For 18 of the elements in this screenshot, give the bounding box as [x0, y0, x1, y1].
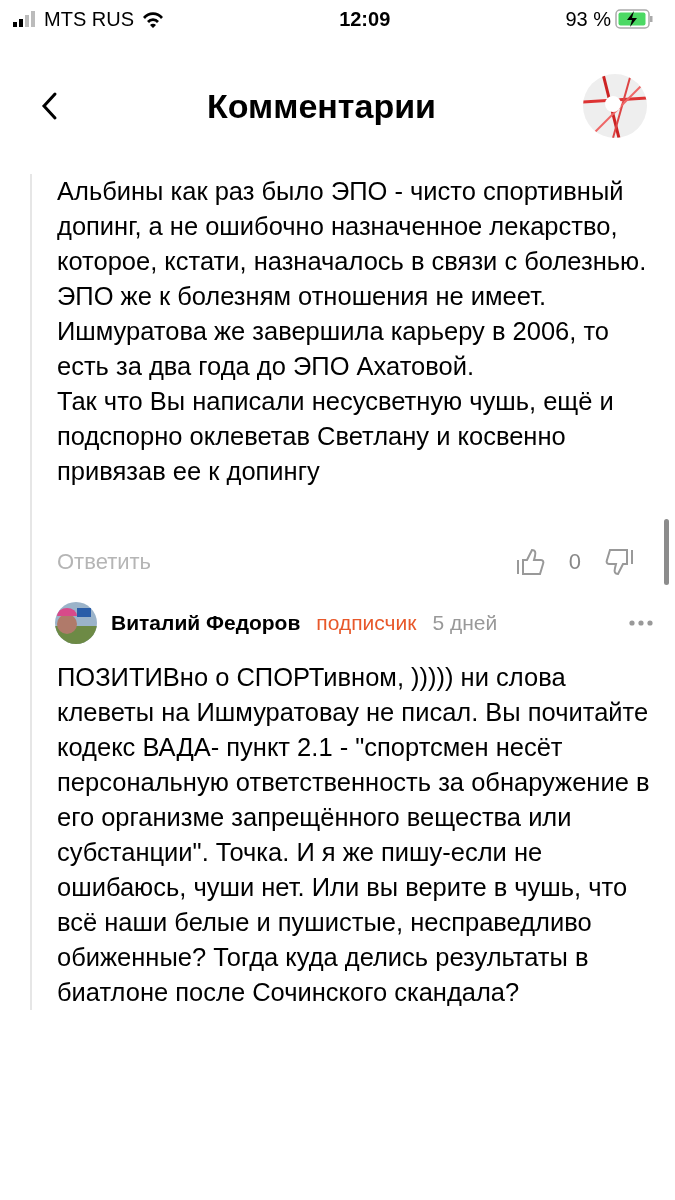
- more-icon[interactable]: [629, 620, 653, 626]
- like-count: 0: [568, 548, 581, 576]
- wifi-icon: [142, 10, 164, 28]
- battery-charging-icon: [615, 9, 653, 29]
- comment-text: ПОЗИТИВно о СПОРТивном, ))))) ни слова клеветы на Ишмуратовау не писал. Вы почитайте кодекс ВАДА- пункт 2.1 - "спортсмен несёт персональную ответственность за обнаружение в его организме запрещённого вещества или субстанции". Точка. И я же пишу-если не ошибаюсь, чуши нет. Или вы верите в чушь, что всё наши белые и пушистые, несправедливо обиженные? Тогда куда делись результаты в биатлоне после Сочинского скандала?: [57, 662, 651, 1008]
- page-title: Комментарии: [207, 85, 436, 127]
- thumbs-up-icon[interactable]: [514, 546, 545, 577]
- signal-icon: [12, 11, 36, 27]
- comment-text: Так что Вы написали несусветную чушь, ещё и подспорно оклеветав Светлану и косвенно привязав ее к допингу: [57, 386, 615, 487]
- comment-text: Альбины как раз было ЭПО - чисто спортивный допинг, а не ошибочно назначенное лекарство, которое, кстати, назначалось в связи с болезнью. ЭПО же к болезням отношения не имеет. Ишмуратова же завершила карьеру в 2006, то есть за два года до ЭПО Ахатовой.: [57, 176, 648, 382]
- thumbs-down-icon[interactable]: [605, 546, 635, 577]
- battery-percent: 93 %: [565, 7, 611, 32]
- subscriber-label: подписчик: [316, 610, 417, 637]
- carrier-name: MTS RUS: [44, 7, 134, 32]
- scrollbar: [664, 519, 669, 585]
- author-name[interactable]: Виталий Федоров: [111, 607, 301, 639]
- comment-time: 5 дней: [432, 610, 498, 637]
- status-time: 12:09: [339, 7, 391, 32]
